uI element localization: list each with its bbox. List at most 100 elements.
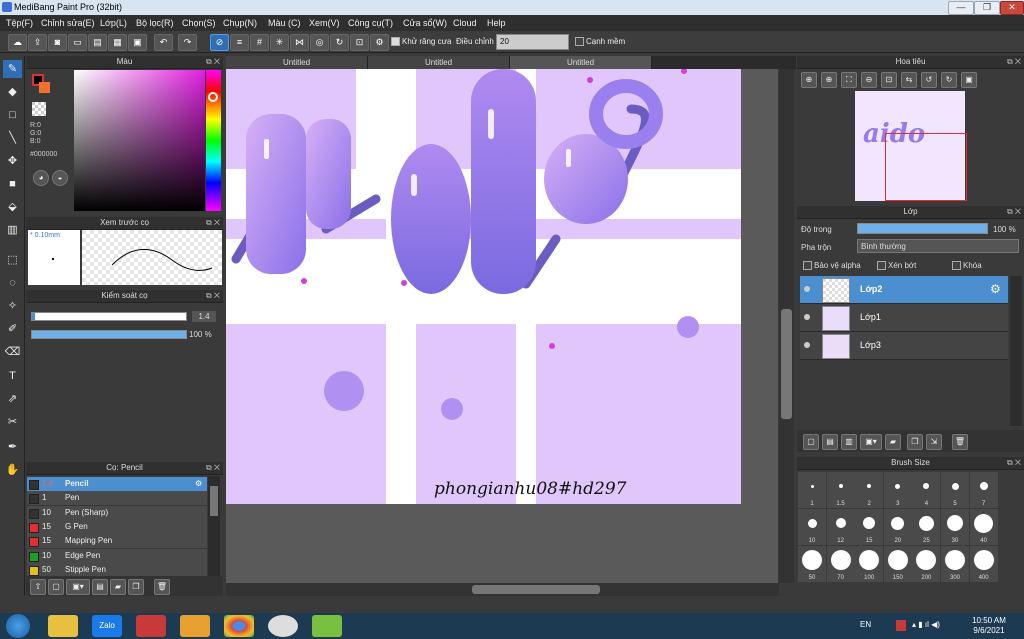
antialias-option[interactable]: Khử răng cưa	[391, 37, 451, 47]
document-icon[interactable]: ▤	[88, 34, 107, 51]
brush-folder-icon[interactable]: ▰	[110, 579, 126, 595]
gear-icon[interactable]: ⚙	[990, 282, 1001, 296]
tray-icons[interactable]: ▴ ▮ ıl ◀)	[912, 620, 940, 629]
eye-icon[interactable]	[804, 314, 810, 320]
brush-size-cell[interactable]: 15	[855, 509, 884, 545]
lasso-tool-icon[interactable]: ◌	[3, 274, 22, 292]
magic-wand-tool-icon[interactable]: ✧	[3, 297, 22, 315]
add-brush-cloud-icon[interactable]: ⇧	[30, 579, 46, 595]
hue-slider-handle[interactable]	[208, 92, 218, 102]
layer-list-scrollbar[interactable]	[1010, 276, 1022, 426]
grid-icon[interactable]: ▦	[108, 34, 127, 51]
medibang-icon[interactable]	[312, 615, 342, 637]
tab-untitled-3[interactable]: Untitled	[510, 56, 652, 69]
select-eraser-tool-icon[interactable]: ⌫	[3, 343, 22, 361]
delete-brush-icon[interactable]: 🗑	[154, 579, 170, 595]
duplicate-layer-icon[interactable]: ❐	[907, 434, 923, 450]
zoom-in-icon[interactable]: ⊕	[801, 72, 817, 88]
snap-off-icon[interactable]: ⊘	[210, 34, 229, 51]
cloud-icon[interactable]: ☁	[8, 34, 27, 51]
perspective-icon[interactable]: ⊡	[350, 34, 369, 51]
text-tool-icon[interactable]: T	[3, 367, 22, 385]
grid-snap-icon[interactable]: #	[250, 34, 269, 51]
settings-icon[interactable]: ⚙	[370, 34, 389, 51]
select-tool-icon[interactable]: ⬚	[3, 251, 22, 269]
merge-layer-icon[interactable]: ⇲	[926, 434, 942, 450]
brush-size-cell[interactable]: 7	[969, 472, 998, 508]
transparent-color-swatch[interactable]	[32, 102, 46, 116]
brush-list-item[interactable]: 1.4 Pencil ⚙	[27, 477, 207, 492]
artwork-canvas[interactable]: phongianhu08#hd297	[226, 69, 741, 504]
panel-close-icon[interactable]: ⧉ ✕	[206, 217, 220, 229]
brush-size-cell[interactable]: 4	[912, 472, 941, 508]
panel-close-icon[interactable]: ⧉ ✕	[1007, 457, 1021, 469]
panel-close-icon[interactable]: ⧉ ✕	[1007, 56, 1021, 68]
brush-size-cell[interactable]: 2	[855, 472, 884, 508]
vertical-scroll-thumb[interactable]	[781, 309, 792, 419]
protect-alpha-checkbox[interactable]	[803, 261, 812, 271]
brush-list-item[interactable]: 15 G Pen	[27, 519, 207, 535]
comment-icon[interactable]: ◙	[48, 34, 67, 51]
antialias-checkbox[interactable]	[391, 37, 400, 47]
menu-capture[interactable]: Chụp(N)	[223, 18, 257, 28]
background-color-swatch[interactable]	[39, 82, 50, 93]
rectangle-tool-icon[interactable]: □	[3, 106, 22, 124]
move-tool-icon[interactable]: ✥	[3, 152, 22, 170]
brush-size-cell[interactable]: 1	[798, 472, 826, 508]
brush-tool-icon[interactable]: ✎	[3, 60, 22, 78]
lock-option[interactable]: Khóa	[952, 261, 982, 271]
eraser-tool-icon[interactable]: ◆	[3, 83, 22, 101]
layout-icon[interactable]: ▣	[128, 34, 147, 51]
brush-size-cell[interactable]: 400	[969, 546, 998, 582]
rotate-right-icon[interactable]: ↻	[941, 72, 957, 88]
clock[interactable]: 10:50 AM 9/6/2021	[966, 616, 1012, 636]
brush-list-scroll-thumb[interactable]	[210, 486, 218, 516]
clipping-option[interactable]: Xén bớt	[877, 261, 916, 271]
actual-size-icon[interactable]: ⊡	[881, 72, 897, 88]
color-wheel-icon[interactable]: ◒	[52, 170, 68, 186]
new-layer-icon[interactable]: ▢	[803, 434, 819, 450]
panel-close-icon[interactable]: ⧉ ✕	[206, 290, 220, 302]
rotate-left-icon[interactable]: ↺	[921, 72, 937, 88]
brush-size-cell[interactable]: 30	[941, 509, 969, 545]
menu-layer[interactable]: Lớp(L)	[100, 18, 127, 28]
duplicate-brush-icon[interactable]: ❐	[128, 579, 144, 595]
zoom-out-icon[interactable]: ⊖	[861, 72, 877, 88]
line-tool-icon[interactable]: ╲	[3, 129, 22, 147]
brush-list-item[interactable]: 15 Mapping Pen	[27, 534, 207, 550]
vanish-snap-icon[interactable]: ⋈	[290, 34, 309, 51]
saturation-value-picker[interactable]	[74, 70, 205, 211]
brush-size-cell[interactable]: 10	[798, 509, 826, 545]
maximize-button[interactable]: ❐	[974, 1, 1000, 15]
soft-edge-checkbox[interactable]	[575, 37, 584, 47]
palette-icon[interactable]: ◕	[33, 170, 49, 186]
new-brush-icon[interactable]: ▢	[48, 579, 64, 595]
fit-view-icon[interactable]: ⛶	[841, 72, 857, 88]
brush-size-cell[interactable]: 5	[941, 472, 969, 508]
hand-tool-icon[interactable]: ✋	[3, 461, 22, 479]
tab-untitled-2[interactable]: Untitled	[368, 56, 510, 69]
blend-mode-select[interactable]: Bình thường	[857, 239, 1019, 253]
menu-filter[interactable]: Bộ lọc(R)	[136, 18, 174, 28]
brush-size-cell[interactable]: 50	[798, 546, 826, 582]
app-icon[interactable]	[268, 615, 298, 637]
lock-checkbox[interactable]	[952, 261, 961, 271]
protect-alpha-option[interactable]: Bảo vệ alpha	[803, 261, 861, 271]
gear-icon[interactable]: ⚙	[195, 477, 202, 491]
chrome-icon[interactable]	[224, 615, 254, 637]
flip-icon[interactable]: ⇆	[901, 72, 917, 88]
close-button[interactable]: ✕	[1000, 1, 1024, 15]
menu-view[interactable]: Xem(V)	[309, 18, 340, 28]
menu-file[interactable]: Tệp(F)	[6, 18, 33, 28]
tray-app-icon[interactable]	[896, 620, 906, 631]
menu-window[interactable]: Cửa sổ(W)	[403, 18, 447, 28]
curve-snap-icon[interactable]: ↻	[330, 34, 349, 51]
radial-snap-icon[interactable]: ✳	[270, 34, 289, 51]
share-icon[interactable]: ⇪	[28, 34, 47, 51]
add-layer-menu-icon[interactable]: ▣▾	[860, 434, 882, 450]
chat-icon[interactable]: ▭	[68, 34, 87, 51]
file-explorer-icon[interactable]	[48, 615, 78, 637]
reset-view-icon[interactable]: ▣	[961, 72, 977, 88]
zoom-in-icon-2[interactable]: ⊕	[821, 72, 837, 88]
brush-size-cell[interactable]: 40	[969, 509, 998, 545]
